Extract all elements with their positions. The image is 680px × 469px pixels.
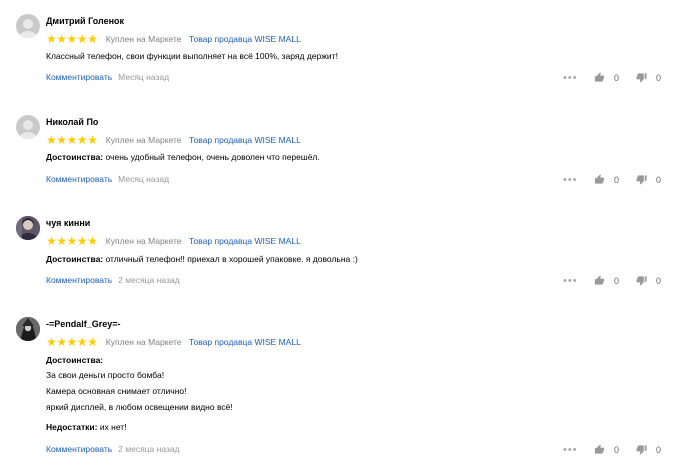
bought-on-market-label: Куплен на Маркете (105, 34, 182, 44)
cons-label: Недостатки: (46, 422, 98, 432)
thumb-up-icon[interactable] (594, 72, 605, 83)
star-icon: ★ (46, 335, 57, 349)
cons-text: их нет! (99, 422, 127, 432)
review-date: 2 месяца назад (118, 444, 180, 454)
star-icon: ★ (46, 32, 57, 46)
star-icon: ★ (66, 133, 78, 147)
star-icon: ★ (66, 234, 78, 248)
pros-line: За свои деньги просто бомба! (46, 370, 165, 380)
star-icon: ★ (56, 32, 67, 46)
pros-label: Достоинства: (46, 355, 103, 365)
user-avatar[interactable] (16, 115, 40, 139)
dislike-count: 0 (656, 73, 662, 83)
review-author[interactable]: Николай По (46, 117, 98, 127)
review-author[interactable]: чуя кинни (46, 218, 90, 228)
star-icon: ★ (56, 234, 67, 248)
bought-on-market-label: Куплен на Маркете (105, 337, 182, 347)
review-footer: Комментировать 2 месяца назад (46, 444, 180, 454)
review-footer: Комментировать Месяц назад (46, 72, 169, 82)
review-text: Классный телефон, свои функции выполняет… (46, 51, 338, 61)
review-meta: ★★★★★ Куплен на Маркете Товар продавца W… (46, 333, 301, 348)
bought-on-market-label: Куплен на Маркете (105, 236, 182, 246)
rating-stars: ★★★★★ (46, 333, 98, 351)
star-icon: ★ (76, 32, 88, 46)
comment-link[interactable]: Комментировать (46, 275, 112, 285)
dislike-count: 0 (656, 276, 662, 286)
review-date: Месяц назад (118, 174, 170, 184)
user-avatar[interactable] (16, 317, 40, 341)
thumb-down-icon[interactable] (636, 444, 647, 455)
like-count: 0 (614, 276, 620, 286)
seller-link[interactable]: Товар продавца WISE MALL (189, 337, 301, 347)
review-author[interactable]: Дмитрий Голенок (46, 16, 124, 26)
rating-stars: ★★★★★ (46, 30, 98, 48)
like-count: 0 (614, 445, 620, 455)
review-meta: ★★★★★ Куплен на Маркете Товар продавца W… (46, 131, 301, 146)
review-card: Дмитрий Голенок ★★★★★ Куплен на Маркете … (0, 14, 680, 94)
dislike-count: 0 (656, 445, 662, 455)
rating-stars: ★★★★★ (46, 131, 98, 149)
review-footer: Комментировать 2 месяца назад (46, 275, 180, 285)
like-count: 0 (614, 73, 620, 83)
pros-label: Достоинства: (46, 254, 104, 264)
review-pros: Достоинства: очень удобный телефон, очен… (46, 152, 320, 162)
star-icon: ★ (76, 335, 88, 349)
user-avatar[interactable] (16, 216, 40, 240)
bought-on-market-label: Куплен на Маркете (105, 135, 182, 145)
star-icon: ★ (56, 133, 67, 147)
pros-label: Достоинства: (46, 152, 104, 162)
default-avatar-icon (19, 120, 37, 139)
user-avatar[interactable] (16, 14, 40, 38)
thumb-up-icon[interactable] (594, 275, 605, 286)
thumb-up-icon[interactable] (594, 444, 605, 455)
default-avatar-icon (19, 19, 37, 38)
more-dots-icon[interactable]: ••• (563, 276, 578, 287)
pros-text: очень удобный телефон, очень доволен что… (105, 152, 320, 162)
photo-avatar-icon (16, 216, 40, 240)
star-icon: ★ (66, 32, 78, 46)
comment-link[interactable]: Комментировать (46, 174, 112, 184)
pros-text: отличный телефон!! приехал в хорошей упа… (105, 254, 358, 264)
seller-link[interactable]: Товар продавца WISE MALL (189, 236, 301, 246)
pros-line: Камера основная снимает отлично! (46, 386, 187, 396)
star-icon: ★ (76, 234, 88, 248)
seller-link[interactable]: Товар продавца WISE MALL (189, 34, 301, 44)
review-meta: ★★★★★ Куплен на Маркете Товар продавца W… (46, 232, 301, 247)
review-date: 2 месяца назад (118, 275, 180, 285)
star-icon: ★ (87, 133, 98, 147)
seller-link[interactable]: Товар продавца WISE MALL (189, 135, 301, 145)
star-icon: ★ (76, 133, 88, 147)
review-footer: Комментировать Месяц назад (46, 174, 169, 184)
like-count: 0 (614, 175, 620, 185)
photo-avatar-icon (16, 317, 40, 341)
review-date: Месяц назад (118, 72, 170, 82)
pros-label-text: Достоинства: (46, 355, 104, 365)
star-icon: ★ (87, 234, 98, 248)
dislike-count: 0 (656, 175, 662, 185)
thumb-up-icon[interactable] (594, 174, 605, 185)
review-author[interactable]: -=Pendalf_Grey=- (46, 319, 121, 329)
star-icon: ★ (87, 32, 98, 46)
more-dots-icon[interactable]: ••• (563, 445, 578, 456)
pros-line: яркий дисплей, в любом освещении видно в… (46, 402, 233, 412)
review-meta: ★★★★★ Куплен на Маркете Товар продавца W… (46, 30, 301, 45)
review-cons: Недостатки: их нет! (46, 422, 127, 432)
star-icon: ★ (66, 335, 78, 349)
comment-link[interactable]: Комментировать (46, 444, 112, 454)
review-pros: Достоинства: отличный телефон!! приехал … (46, 254, 358, 264)
thumb-down-icon[interactable] (636, 275, 647, 286)
star-icon: ★ (56, 335, 67, 349)
star-icon: ★ (87, 335, 98, 349)
review-card: -=Pendalf_Grey=- ★★★★★ Куплен на Маркете… (0, 317, 680, 467)
more-dots-icon[interactable]: ••• (563, 175, 578, 186)
review-card: Николай По ★★★★★ Куплен на Маркете Товар… (0, 115, 680, 195)
rating-stars: ★★★★★ (46, 232, 98, 250)
star-icon: ★ (46, 133, 57, 147)
comment-link[interactable]: Комментировать (46, 72, 112, 82)
thumb-down-icon[interactable] (636, 174, 647, 185)
thumb-down-icon[interactable] (636, 72, 647, 83)
star-icon: ★ (46, 234, 57, 248)
review-card: чуя кинни ★★★★★ Куплен на Маркете Товар … (0, 216, 680, 296)
more-dots-icon[interactable]: ••• (563, 73, 578, 84)
